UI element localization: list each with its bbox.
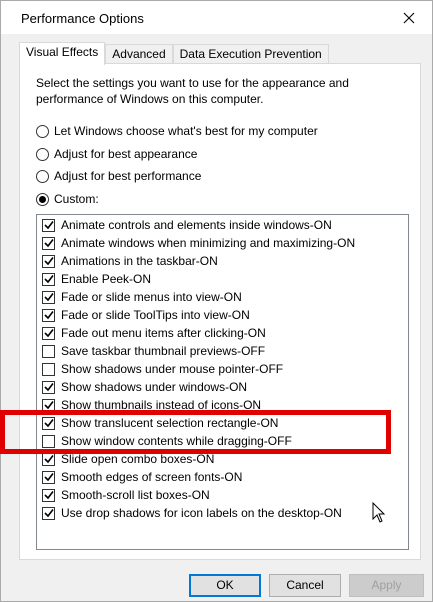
effect-item[interactable]: Fade or slide menus into view-ON xyxy=(42,288,242,306)
radio-label: Adjust for best performance xyxy=(54,169,202,183)
radio-button[interactable] xyxy=(36,147,49,161)
effect-item[interactable]: Smooth edges of screen fonts-ON xyxy=(42,468,242,486)
checkmark-icon xyxy=(43,257,54,266)
visual-effects-panel: Select the settings you want to use for … xyxy=(19,63,421,560)
checkmark-icon xyxy=(43,293,54,302)
effect-label: Fade or slide menus into view-ON xyxy=(61,290,242,304)
effect-item[interactable]: Save taskbar thumbnail previews-OFF xyxy=(42,342,265,360)
checkmark-icon xyxy=(43,383,54,392)
radio-label: Custom: xyxy=(54,192,99,206)
highlight-box xyxy=(0,410,391,454)
effect-label: Fade out menu items after clicking-ON xyxy=(61,326,266,340)
window-title: Performance Options xyxy=(21,11,144,26)
radio-best-performance[interactable]: Adjust for best performance xyxy=(36,167,201,185)
effect-item[interactable]: Fade out menu items after clicking-ON xyxy=(42,324,266,342)
title-bar: Performance Options xyxy=(1,1,432,34)
close-icon xyxy=(403,12,415,23)
effect-item[interactable]: Animations in the taskbar-ON xyxy=(42,252,218,270)
mouse-pointer-icon xyxy=(372,502,386,523)
checkmark-icon xyxy=(43,473,54,482)
effect-item[interactable]: Animate windows when minimizing and maxi… xyxy=(42,234,355,252)
cancel-button[interactable]: Cancel xyxy=(269,574,341,597)
effect-label: Save taskbar thumbnail previews-OFF xyxy=(61,344,266,358)
effect-item[interactable]: Show shadows under mouse pointer-OFF xyxy=(42,360,283,378)
checkbox-checked[interactable] xyxy=(42,218,55,232)
tab-advanced[interactable]: Advanced xyxy=(105,44,173,64)
effect-label: Show shadows under mouse pointer-OFF xyxy=(61,362,284,376)
checkmark-icon xyxy=(43,491,54,500)
radio-button[interactable] xyxy=(36,192,49,206)
tab-visual-effects[interactable]: Visual Effects xyxy=(19,42,106,65)
effects-listbox[interactable]: Animate controls and elements inside win… xyxy=(36,214,409,550)
checkbox-checked[interactable] xyxy=(42,308,55,322)
checkbox-unchecked[interactable] xyxy=(42,344,55,358)
effect-label: Show shadows under windows-ON xyxy=(61,380,248,394)
checkbox-checked[interactable] xyxy=(42,506,55,520)
checkmark-icon xyxy=(43,221,54,230)
description-text: Select the settings you want to use for … xyxy=(36,76,349,106)
effect-item[interactable]: Use drop shadows for icon labels on the … xyxy=(42,504,342,522)
effect-label: Use drop shadows for icon labels on the … xyxy=(61,506,342,520)
checkbox-checked[interactable] xyxy=(42,380,55,394)
checkbox-checked[interactable] xyxy=(42,254,55,268)
effect-label: Animations in the taskbar-ON xyxy=(61,254,218,268)
checkmark-icon xyxy=(43,455,54,464)
tab-strip: Visual Effects Advanced Data Execution P… xyxy=(19,42,329,65)
checkmark-icon xyxy=(43,311,54,320)
checkmark-icon xyxy=(43,239,54,248)
effect-label: Smooth-scroll list boxes-ON xyxy=(61,488,210,502)
effect-item[interactable]: Animate controls and elements inside win… xyxy=(42,216,332,234)
radio-custom[interactable]: Custom: xyxy=(36,190,99,208)
checkmark-icon xyxy=(43,509,54,518)
radio-let-windows-choose[interactable]: Let Windows choose what's best for my co… xyxy=(36,122,318,140)
effect-label: Smooth edges of screen fonts-ON xyxy=(61,470,243,484)
apply-button[interactable]: Apply xyxy=(349,574,424,597)
effect-item[interactable]: Smooth-scroll list boxes-ON xyxy=(42,486,210,504)
effect-label: Slide open combo boxes-ON xyxy=(61,452,215,466)
checkbox-checked[interactable] xyxy=(42,236,55,250)
radio-button[interactable] xyxy=(36,124,49,138)
checkbox-checked[interactable] xyxy=(42,452,55,466)
effect-item[interactable]: Fade or slide ToolTips into view-ON xyxy=(42,306,250,324)
ok-button[interactable]: OK xyxy=(189,574,261,597)
checkbox-checked[interactable] xyxy=(42,488,55,502)
radio-label: Adjust for best appearance xyxy=(54,147,198,161)
effect-label: Fade or slide ToolTips into view-ON xyxy=(61,308,250,322)
effect-item[interactable]: Show shadows under windows-ON xyxy=(42,378,247,396)
checkmark-icon xyxy=(43,329,54,338)
effect-item[interactable]: Enable Peek-ON xyxy=(42,270,151,288)
radio-label: Let Windows choose what's best for my co… xyxy=(54,124,318,138)
checkbox-checked[interactable] xyxy=(42,326,55,340)
radio-button[interactable] xyxy=(36,169,49,183)
checkmark-icon xyxy=(43,401,54,410)
radio-best-appearance[interactable]: Adjust for best appearance xyxy=(36,145,197,163)
checkbox-unchecked[interactable] xyxy=(42,362,55,376)
checkbox-checked[interactable] xyxy=(42,272,55,286)
close-button[interactable] xyxy=(386,1,432,34)
effect-label: Enable Peek-ON xyxy=(61,272,152,286)
effect-label: Animate windows when minimizing and maxi… xyxy=(61,236,356,250)
performance-options-window: Performance Options Visual Effects Advan… xyxy=(0,0,433,602)
checkmark-icon xyxy=(43,275,54,284)
checkbox-checked[interactable] xyxy=(42,470,55,484)
checkbox-checked[interactable] xyxy=(42,290,55,304)
effect-label: Animate controls and elements inside win… xyxy=(61,218,332,232)
tab-data-execution-prevention[interactable]: Data Execution Prevention xyxy=(172,44,329,64)
